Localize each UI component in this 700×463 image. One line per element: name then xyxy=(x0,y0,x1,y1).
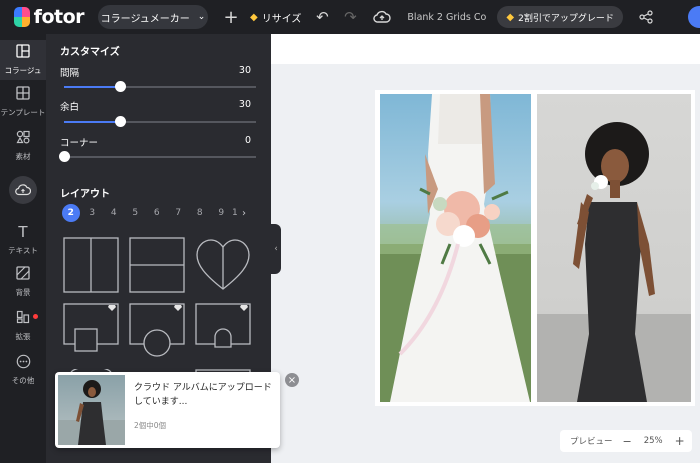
elements-icon xyxy=(16,130,30,148)
nav-item-apps[interactable]: 拡張 xyxy=(0,306,46,346)
slider-thumb[interactable] xyxy=(59,151,70,162)
nav-item-background[interactable]: 背景 xyxy=(0,262,46,302)
cloud-save-icon[interactable] xyxy=(371,6,393,28)
page-3[interactable]: 3 xyxy=(82,204,104,222)
left-nav: コラージュ テンプレート 素材 T テキスト 背景 拡張 その他 xyxy=(0,34,46,463)
close-icon[interactable]: × xyxy=(285,373,299,387)
nav-item-template[interactable]: テンプレート xyxy=(0,82,46,122)
layout-two-rows[interactable] xyxy=(129,237,185,293)
margin-slider[interactable] xyxy=(64,116,256,127)
collage-canvas[interactable] xyxy=(375,90,695,406)
customize-title: カスタマイズ xyxy=(60,47,120,58)
zoom-level[interactable]: 25% xyxy=(644,436,663,446)
share-icon[interactable] xyxy=(635,6,657,28)
template-icon xyxy=(16,86,30,104)
layout-arch-inset[interactable] xyxy=(195,303,251,359)
collage-cell-left-photo[interactable] xyxy=(380,94,531,402)
cloud-upload-icon xyxy=(9,176,37,204)
nav-label: 素材 xyxy=(15,152,31,161)
nav-item-collage[interactable]: コラージュ xyxy=(0,40,46,80)
page-10[interactable]: 1 xyxy=(232,204,242,222)
nav-item-more[interactable]: その他 xyxy=(0,350,46,390)
canvas-top-strip xyxy=(271,34,700,64)
upload-toast: クラウド アルバムにアップロードしています... 2個中0個 xyxy=(55,372,280,448)
top-bar: fotor コラージュメーカー ⌄ + ◆ リサイズ ↶ ↷ Blank 2 G… xyxy=(0,0,700,34)
nav-item-elements[interactable]: 素材 xyxy=(0,126,46,166)
nav-label: その他 xyxy=(11,376,35,385)
background-icon xyxy=(16,266,30,284)
nav-label: 背景 xyxy=(15,288,31,297)
page-4[interactable]: 4 xyxy=(103,204,125,222)
upload-message: クラウド アルバムにアップロードしています... xyxy=(134,383,272,407)
panel-collapse-button[interactable]: ‹ xyxy=(271,224,281,274)
spacing-slider[interactable] xyxy=(64,81,256,92)
slider-fill xyxy=(64,121,120,123)
redo-icon[interactable]: ↷ xyxy=(339,6,361,28)
more-icon xyxy=(16,354,31,372)
page-9[interactable]: 9 xyxy=(211,204,233,222)
page-7[interactable]: 7 xyxy=(168,204,190,222)
corner-slider[interactable] xyxy=(59,151,256,162)
layout-title: レイアウト xyxy=(60,189,110,200)
upload-thumbnail xyxy=(58,375,125,445)
page-6[interactable]: 6 xyxy=(146,204,168,222)
nav-label: テンプレート xyxy=(0,108,46,117)
mode-dropdown[interactable]: コラージュメーカー ⌄ xyxy=(98,5,208,29)
notification-dot xyxy=(33,314,38,319)
layout-circle-inset[interactable] xyxy=(129,303,185,359)
preview-button[interactable]: プレビュー xyxy=(570,435,613,447)
nav-label: テキスト xyxy=(8,246,38,255)
document-title[interactable]: Blank 2 Grids Col... xyxy=(407,12,487,23)
zoom-in-icon[interactable]: + xyxy=(675,434,685,448)
premium-gem-icon: ◆ xyxy=(506,11,515,23)
spacing-label: 間隔 xyxy=(60,68,80,79)
layout-pager: 2 3 4 5 6 7 8 9 1 › xyxy=(60,204,246,222)
premium-gem-icon: ◆ xyxy=(250,11,258,23)
upload-count: 2個中0個 xyxy=(134,421,167,430)
layout-two-columns[interactable] xyxy=(63,237,119,293)
chevron-right-icon[interactable]: › xyxy=(242,208,246,219)
chevron-down-icon: ⌄ xyxy=(197,12,206,22)
collage-icon xyxy=(16,44,30,62)
fotor-logo[interactable]: fotor xyxy=(14,6,85,28)
page-8[interactable]: 8 xyxy=(189,204,211,222)
collage-cell-right-photo[interactable] xyxy=(537,94,691,402)
slider-fill xyxy=(64,86,120,88)
corner-value: 0 xyxy=(244,135,251,146)
margin-value: 30 xyxy=(238,99,251,110)
slider-thumb[interactable] xyxy=(114,116,126,127)
resize-button[interactable]: ◆ リサイズ xyxy=(250,10,301,25)
undo-icon[interactable]: ↶ xyxy=(311,6,333,28)
layout-heart[interactable] xyxy=(195,237,251,293)
page-2[interactable]: 2 xyxy=(60,204,82,222)
nav-label: 拡張 xyxy=(15,332,31,341)
avatar[interactable] xyxy=(688,6,700,28)
zoom-out-icon[interactable]: − xyxy=(623,435,632,448)
logo-text: fotor xyxy=(33,6,85,28)
nav-item-upload[interactable] xyxy=(0,170,46,210)
page-5[interactable]: 5 xyxy=(125,204,147,222)
spacing-value: 30 xyxy=(238,65,251,76)
corner-label: コーナー xyxy=(60,138,99,149)
upgrade-label: 2割引でアップグレード xyxy=(518,13,614,24)
slider-thumb[interactable] xyxy=(114,81,126,92)
margin-label: 余白 xyxy=(60,102,80,113)
zoom-bar: プレビュー − 25% + xyxy=(560,430,692,452)
nav-label: コラージュ xyxy=(4,66,42,75)
apps-icon xyxy=(16,310,30,328)
fotor-logo-mark-icon xyxy=(14,7,30,27)
chevron-left-icon: ‹ xyxy=(274,244,278,254)
add-icon[interactable]: + xyxy=(220,6,242,28)
nav-item-text[interactable]: T テキスト xyxy=(0,220,46,260)
upgrade-button[interactable]: ◆ 2割引でアップグレード xyxy=(497,6,623,28)
text-icon: T xyxy=(18,223,28,241)
mode-label: コラージュメーカー xyxy=(100,13,190,25)
resize-label: リサイズ xyxy=(261,13,302,25)
layout-square-inset[interactable] xyxy=(63,303,119,359)
